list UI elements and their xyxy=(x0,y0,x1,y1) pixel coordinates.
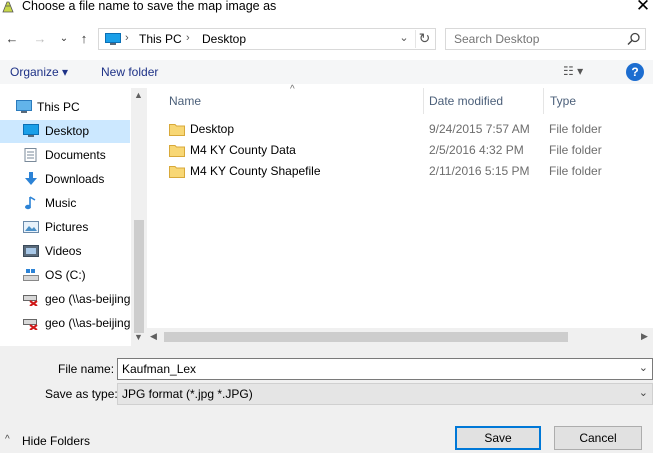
back-arrow-icon[interactable]: ← xyxy=(4,29,20,49)
file-date: 2/11/2016 5:15 PM xyxy=(429,164,530,178)
file-name: M4 KY County Data xyxy=(190,143,296,157)
up-arrow-icon[interactable]: ↑ xyxy=(76,29,92,49)
file-type: File folder xyxy=(549,122,602,136)
network-drive-disconnected-icon xyxy=(23,316,39,331)
file-name: M4 KY County Shapefile xyxy=(190,164,321,178)
file-row[interactable]: M4 KY County Shapefile 2/11/2016 5:15 PM… xyxy=(165,161,653,182)
search-input[interactable] xyxy=(454,32,624,46)
search-icon[interactable] xyxy=(627,32,641,46)
scroll-left-icon[interactable]: ◀ xyxy=(150,331,157,342)
scroll-right-icon[interactable]: ▶ xyxy=(641,331,648,342)
address-bar[interactable]: › This PC › Desktop ⌄ ↻ xyxy=(98,28,436,50)
folder-icon xyxy=(169,144,185,157)
drive-icon xyxy=(23,268,39,282)
sidebar-item-documents[interactable]: Documents xyxy=(0,144,130,167)
sidebar-item-this-pc[interactable]: This PC xyxy=(0,96,130,119)
file-type: File folder xyxy=(549,164,602,178)
pictures-icon xyxy=(23,220,39,234)
column-header-date-modified[interactable]: Date modified xyxy=(429,94,503,108)
address-dropdown-icon[interactable]: ⌄ xyxy=(397,31,411,47)
sidebar-item-music[interactable]: Music xyxy=(0,192,130,215)
save-as-type-label: Save as type: xyxy=(45,387,118,401)
sidebar-item-downloads[interactable]: Downloads xyxy=(0,168,130,191)
horizontal-scroll-thumb[interactable] xyxy=(164,332,568,342)
file-date: 9/24/2015 7:57 AM xyxy=(429,122,530,136)
save-as-type-dropdown-icon[interactable]: ⌄ xyxy=(639,386,648,399)
sidebar-item-label: geo (\\as-beijing xyxy=(45,292,130,306)
file-type: File folder xyxy=(549,143,602,157)
scroll-up-icon[interactable]: ▲ xyxy=(134,90,143,100)
videos-icon xyxy=(23,244,39,258)
sidebar-item-videos[interactable]: Videos xyxy=(0,240,130,263)
navigation-pane: This PC Desktop Documents Downloads Musi… xyxy=(0,88,147,346)
network-drive-disconnected-icon xyxy=(23,292,39,307)
chevron-up-icon[interactable]: ^ xyxy=(5,434,10,445)
help-icon[interactable]: ? xyxy=(626,63,644,81)
music-icon xyxy=(23,196,39,210)
sidebar-item-pictures[interactable]: Pictures xyxy=(0,216,130,239)
file-row[interactable]: M4 KY County Data 2/5/2016 4:32 PM File … xyxy=(165,140,653,161)
sidebar-item-label: Desktop xyxy=(45,124,90,138)
change-view-icon[interactable]: ☷ ▾ xyxy=(563,64,603,80)
sidebar-item-os-c[interactable]: OS (C:) xyxy=(0,264,130,287)
breadcrumb-chevron-icon[interactable]: › xyxy=(125,32,129,44)
file-name: Desktop xyxy=(190,122,235,136)
sidebar-item-label: Downloads xyxy=(45,172,105,186)
desktop-icon xyxy=(23,124,39,138)
cancel-button[interactable]: Cancel xyxy=(554,426,642,450)
sidebar-item-desktop[interactable]: Desktop xyxy=(0,120,130,143)
title-bar: Choose a file name to save the map image… xyxy=(0,0,653,16)
refresh-icon[interactable]: ↻ xyxy=(415,30,433,48)
app-icon xyxy=(2,0,14,13)
sidebar-item-geo-network-1[interactable]: geo (\\as-beijing xyxy=(0,288,130,311)
window-title: Choose a file name to save the map image… xyxy=(22,0,277,13)
sidebar-item-label: Music xyxy=(45,196,77,210)
sidebar-item-label: OS (C:) xyxy=(45,268,86,282)
documents-icon xyxy=(23,148,39,162)
file-date: 2/5/2016 4:32 PM xyxy=(429,143,524,157)
save-button[interactable]: Save xyxy=(455,426,541,450)
file-list: ^ Name Date modified Type Desktop 9/24/2… xyxy=(147,84,653,328)
file-row[interactable]: Desktop 9/24/2015 7:57 AM File folder xyxy=(165,119,653,140)
file-name-label: File name: xyxy=(58,362,115,376)
folder-icon xyxy=(169,123,185,136)
breadcrumb-chevron-icon[interactable]: › xyxy=(186,32,190,44)
sidebar-item-label: Pictures xyxy=(45,220,89,234)
search-box[interactable] xyxy=(445,28,646,50)
new-folder-button[interactable]: New folder xyxy=(101,65,158,79)
command-bar: Organize ▾ New folder ☷ ▾ ? xyxy=(0,60,653,84)
file-name-input[interactable] xyxy=(122,362,622,376)
column-header-type[interactable]: Type xyxy=(550,94,576,108)
close-icon[interactable]: ✕ xyxy=(633,0,653,15)
file-list-horizontal-scrollbar[interactable]: ◀ ▶ xyxy=(147,328,653,346)
sidebar-item-label: geo (\\as-beijing xyxy=(45,316,130,330)
folder-icon xyxy=(169,165,185,178)
sort-ascending-icon: ^ xyxy=(290,84,295,95)
recent-locations-chevron-icon[interactable]: ⌄ xyxy=(56,29,72,49)
save-as-type-value: JPG format (*.jpg *.JPG) xyxy=(122,387,253,401)
hide-folders-button[interactable]: Hide Folders xyxy=(22,434,90,448)
column-header-name[interactable]: Name xyxy=(169,94,201,108)
sidebar-item-label: This PC xyxy=(37,100,80,114)
breadcrumb-this-pc[interactable]: This PC xyxy=(139,32,182,46)
navigation-pane-scroll-thumb[interactable] xyxy=(134,220,144,333)
sidebar-item-label: Videos xyxy=(45,244,82,258)
column-divider[interactable] xyxy=(543,88,544,114)
scroll-down-icon[interactable]: ▼ xyxy=(134,332,143,342)
sidebar-item-geo-network-2[interactable]: geo (\\as-beijing xyxy=(0,312,130,335)
forward-arrow-icon[interactable]: → xyxy=(32,29,48,49)
downloads-icon xyxy=(23,172,39,186)
sidebar-item-label: Documents xyxy=(45,148,106,162)
column-divider[interactable] xyxy=(423,88,424,114)
file-name-dropdown-icon[interactable]: ⌄ xyxy=(639,361,648,374)
pc-icon xyxy=(105,33,121,45)
organize-button[interactable]: Organize ▾ xyxy=(10,65,68,79)
pc-icon xyxy=(16,100,32,114)
breadcrumb-desktop[interactable]: Desktop xyxy=(202,32,246,46)
file-name-combobox[interactable]: ⌄ xyxy=(117,358,653,380)
save-as-type-select[interactable]: JPG format (*.jpg *.JPG) ⌄ xyxy=(117,383,653,405)
